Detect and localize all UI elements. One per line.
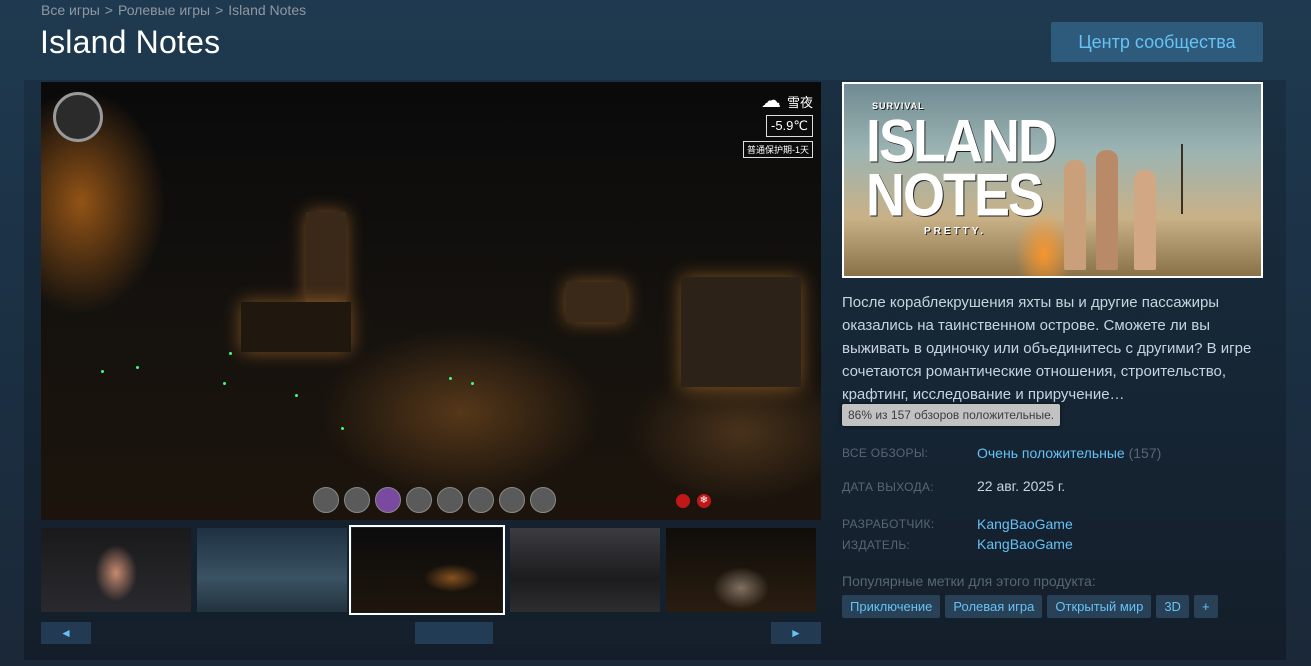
thumbnail-image: [666, 528, 816, 612]
scene-light: [101, 370, 104, 373]
scene-tower: [306, 212, 346, 302]
character-figure: [1064, 160, 1086, 270]
tag-3d[interactable]: 3D: [1156, 595, 1189, 618]
hotbar-slot: [406, 487, 432, 513]
release-date-value: 22 авг. 2025 г.: [977, 478, 1066, 494]
scene-light: [295, 394, 298, 397]
page-title: Island Notes: [40, 24, 221, 60]
hotbar-slot: [375, 487, 401, 513]
thumbnail-image: [510, 528, 660, 612]
hud-snowflake-icon: ❄: [697, 494, 711, 508]
hud-protection-status: 普通保护期-1天: [742, 141, 813, 158]
main-screenshot[interactable]: ☁ 雪夜 -5.9℃ 普通保护期-1天 ❄: [41, 82, 821, 520]
scene-house: [566, 282, 626, 322]
hotbar-slot: [530, 487, 556, 513]
hud-stamina-icon: [53, 92, 103, 142]
scene-light: [471, 382, 474, 385]
tag-rpg[interactable]: Ролевая игра: [945, 595, 1043, 618]
scene-light: [449, 377, 452, 380]
game-description: После кораблекрушения яхты вы и другие п…: [842, 294, 1252, 403]
tag-open-world[interactable]: Открытый мир: [1047, 595, 1152, 618]
hud-temperature: -5.9℃: [765, 115, 813, 137]
character-figure: [1096, 150, 1118, 270]
reviews-count: (157): [1128, 445, 1162, 461]
hotbar: [313, 487, 556, 513]
hotbar-slot: [313, 487, 339, 513]
hotbar-slot: [437, 487, 463, 513]
thumbnail-1[interactable]: [41, 528, 191, 612]
hotbar-slot: [468, 487, 494, 513]
breadcrumb-separator: >: [215, 2, 224, 18]
hotbar-slot: [499, 487, 525, 513]
breadcrumb-current[interactable]: Island Notes: [228, 2, 306, 18]
scene-light: [341, 427, 344, 430]
header-capsule-image: SURVIVAL ISLAND NOTES PRETTY.: [842, 82, 1263, 278]
thumbnail-4[interactable]: [510, 528, 660, 612]
breadcrumb: Все игры > Ролевые игры > Island Notes: [41, 2, 306, 18]
scene-light: [223, 382, 226, 385]
scrollbar-handle[interactable]: [415, 622, 493, 644]
breadcrumb-all-games[interactable]: Все игры: [41, 2, 100, 18]
release-date-label: ДАТА ВЫХОДА:: [842, 480, 934, 494]
reviews-value: Очень положительные (157): [977, 445, 1161, 461]
breadcrumb-rpg[interactable]: Ролевые игры: [118, 2, 210, 18]
hud-weather-label: 雪夜: [786, 95, 813, 110]
publisher-link[interactable]: KangBaoGame: [977, 536, 1073, 552]
developer-link[interactable]: KangBaoGame: [977, 516, 1073, 532]
review-tooltip: 86% из 157 обзоров положительные.: [842, 404, 1061, 426]
reviews-label: ВСЕ ОБЗОРЫ:: [842, 446, 929, 460]
scene-building: [681, 277, 801, 387]
hud-record-icon: [676, 494, 690, 508]
thumbnail-3[interactable]: [349, 525, 505, 615]
tag-list: Приключение Ролевая игра Открытый мир 3D…: [842, 595, 1218, 618]
community-hub-button[interactable]: Центр сообщества: [1051, 22, 1263, 62]
ship-mast: [1181, 144, 1253, 214]
scene-light: [136, 366, 139, 369]
scene-light: [229, 352, 232, 355]
thumbnail-image: [41, 528, 191, 612]
reviews-summary-link[interactable]: Очень положительные: [977, 445, 1125, 461]
thumbnail-scrollbar[interactable]: ◄ ►: [41, 622, 821, 644]
publisher-label: ИЗДАТЕЛЬ:: [842, 538, 911, 552]
thumbnail-image: [352, 528, 502, 612]
snow-cloud-icon: ☁: [760, 90, 781, 112]
character-figure: [1134, 170, 1156, 270]
logo-line-2: NOTES: [866, 161, 1044, 229]
tag-adventure[interactable]: Приключение: [842, 595, 941, 618]
thumbnail-5[interactable]: [666, 528, 816, 612]
thumbnail-image: [197, 528, 347, 612]
scene-wall: [241, 302, 351, 352]
thumbnail-2[interactable]: [197, 528, 347, 612]
thumbnail-strip: [41, 525, 821, 616]
scroll-left-button[interactable]: ◄: [41, 622, 91, 644]
scroll-right-button[interactable]: ►: [771, 622, 821, 644]
developer-label: РАЗРАБОТЧИК:: [842, 517, 935, 531]
game-logo: SURVIVAL ISLAND NOTES PRETTY.: [866, 102, 1057, 237]
breadcrumb-separator: >: [104, 2, 113, 18]
hotbar-slot: [344, 487, 370, 513]
hud-weather: ☁ 雪夜 -5.9℃ 普通保护期-1天: [742, 88, 813, 158]
tags-label: Популярные метки для этого продукта:: [842, 573, 1096, 589]
add-tag-button[interactable]: +: [1193, 595, 1218, 618]
